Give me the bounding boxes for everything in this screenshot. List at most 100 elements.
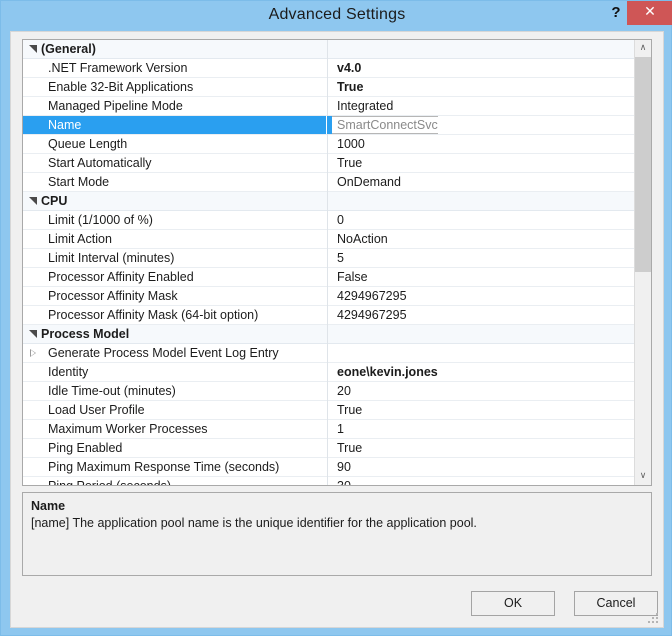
expander-open-icon[interactable]	[29, 45, 37, 53]
expander-open-icon[interactable]	[29, 330, 37, 338]
property-value[interactable]: 0	[329, 211, 344, 229]
property-name: Processor Affinity Enabled	[48, 270, 194, 284]
expander-toggle[interactable]	[29, 330, 38, 339]
property-row[interactable]: Start Mode OnDemand	[23, 173, 635, 192]
property-value[interactable]	[329, 40, 337, 58]
property-value[interactable]: Integrated	[329, 97, 393, 115]
property-value[interactable]: 4294967295	[329, 287, 407, 305]
property-value[interactable]: SmartConnectSvc	[329, 116, 438, 134]
property-name: Identity	[48, 365, 89, 379]
property-name: Idle Time-out (minutes)	[48, 384, 176, 398]
property-name: Start Automatically	[48, 156, 152, 170]
property-value[interactable]: True	[329, 154, 362, 172]
property-value[interactable]: 5	[329, 249, 344, 267]
property-name: Processor Affinity Mask (64-bit option)	[48, 308, 259, 322]
property-grid-scrollbar[interactable]: ∧ ∨	[634, 40, 651, 485]
property-value[interactable]: v4.0	[329, 59, 361, 77]
property-name: .NET Framework Version	[48, 61, 188, 75]
help-icon[interactable]: ?	[605, 1, 627, 25]
property-row[interactable]: Ping Maximum Response Time (seconds) 90	[23, 458, 635, 477]
close-button[interactable]: ✕	[627, 1, 672, 25]
property-name: Limit (1/1000 of %)	[48, 213, 153, 227]
description-title: Name	[31, 499, 66, 513]
property-name: Name	[23, 116, 326, 134]
property-row[interactable]: Identity eone\kevin.jones	[23, 363, 635, 382]
property-value[interactable]: False	[329, 268, 368, 286]
property-grid-rows: (General) .NET Framework Version v4.0 Enabl…	[23, 40, 635, 485]
property-row[interactable]: Queue Length 1000	[23, 135, 635, 154]
scrollbar-thumb[interactable]	[635, 57, 651, 272]
property-name: CPU	[41, 194, 68, 208]
property-name: Ping Period (seconds)	[23, 477, 326, 485]
property-value[interactable]: 30	[329, 477, 351, 485]
property-row[interactable]: .NET Framework Version v4.0	[23, 59, 635, 78]
property-row[interactable]: Processor Affinity Mask (64-bit option) 4…	[23, 306, 635, 325]
expander-closed-icon[interactable]	[30, 348, 36, 357]
property-name: Managed Pipeline Mode	[48, 99, 183, 113]
ok-button[interactable]: OK	[471, 591, 555, 616]
property-value[interactable]: 20	[329, 382, 351, 400]
property-value[interactable]: 1000	[329, 135, 365, 153]
property-value[interactable]	[329, 344, 337, 362]
scroll-up-icon[interactable]: ∧	[635, 40, 651, 57]
property-name: Generate Process Model Event Log Entry	[48, 346, 279, 360]
property-name: Ping Enabled	[48, 441, 123, 455]
cancel-button[interactable]: Cancel	[574, 591, 658, 616]
column-splitter[interactable]	[327, 40, 328, 485]
property-name: Limit Action	[48, 232, 112, 246]
property-value[interactable]: OnDemand	[329, 173, 401, 191]
property-row[interactable]: Start Automatically True	[23, 154, 635, 173]
property-name: Maximum Worker Processes	[48, 422, 208, 436]
window-title: Advanced Settings	[268, 6, 406, 23]
property-name: Ping Maximum Response Time (seconds)	[48, 460, 280, 474]
property-value[interactable]: True	[329, 78, 363, 96]
property-value[interactable]: True	[329, 439, 362, 457]
property-value[interactable]: 90	[329, 458, 351, 476]
property-name: Start Mode	[48, 175, 110, 189]
property-row[interactable]: Enable 32-Bit Applications True	[23, 78, 635, 97]
property-row[interactable]: Processor Affinity Enabled False	[23, 268, 635, 287]
property-value[interactable]: 1	[329, 420, 344, 438]
property-section-header[interactable]: CPU	[23, 192, 635, 211]
property-row[interactable]: Limit Action NoAction	[23, 230, 635, 249]
property-value[interactable]	[329, 192, 337, 210]
property-name: Processor Affinity Mask	[48, 289, 178, 303]
expander-open-icon[interactable]	[29, 197, 37, 205]
property-value[interactable]	[329, 325, 337, 343]
property-row[interactable]: Load User Profile True	[23, 401, 635, 420]
close-icon: ✕	[644, 4, 656, 20]
title-bar: Advanced Settings ? ✕	[1, 1, 672, 29]
expander-toggle[interactable]	[29, 45, 38, 54]
description-pane: Name [name] The application pool name is…	[22, 492, 652, 576]
property-section-header[interactable]: (General)	[23, 40, 635, 59]
property-value[interactable]: eone\kevin.jones	[329, 363, 438, 381]
property-row[interactable]: Generate Process Model Event Log Entry	[23, 344, 635, 363]
property-value[interactable]: 4294967295	[329, 306, 407, 324]
property-name: Queue Length	[48, 137, 128, 151]
property-value[interactable]: NoAction	[329, 230, 388, 248]
property-section-header[interactable]: Process Model	[23, 325, 635, 344]
property-row[interactable]: Limit Interval (minutes) 5	[23, 249, 635, 268]
property-name: Enable 32-Bit Applications	[48, 80, 194, 94]
scroll-down-icon[interactable]: ∨	[635, 468, 651, 485]
expander-toggle[interactable]	[29, 197, 38, 206]
property-value[interactable]: True	[329, 401, 362, 419]
property-row[interactable]: Ping Enabled True	[23, 439, 635, 458]
property-row[interactable]: Idle Time-out (minutes) 20	[23, 382, 635, 401]
advanced-settings-dialog: Advanced Settings ? ✕ (General) .NET Fram…	[0, 0, 672, 636]
resize-grip[interactable]	[648, 613, 660, 625]
expander-toggle[interactable]	[29, 348, 38, 358]
property-name: Limit Interval (minutes)	[48, 251, 175, 265]
property-name: Load User Profile	[48, 403, 145, 417]
dialog-body: (General) .NET Framework Version v4.0 Enabl…	[10, 31, 664, 628]
property-row[interactable]: Managed Pipeline Mode Integrated	[23, 97, 635, 116]
property-grid[interactable]: (General) .NET Framework Version v4.0 Enabl…	[22, 39, 652, 486]
property-row[interactable]: Limit (1/1000 of %) 0	[23, 211, 635, 230]
property-row[interactable]: Name SmartConnectSvc	[23, 116, 635, 135]
property-row[interactable]: Maximum Worker Processes 1	[23, 420, 635, 439]
description-text: [name] The application pool name is the …	[31, 516, 477, 530]
property-row[interactable]: Ping Period (seconds)30	[23, 477, 635, 485]
property-row[interactable]: Processor Affinity Mask 4294967295	[23, 287, 635, 306]
property-name: (General)	[41, 42, 96, 56]
row-edit-indicator	[327, 116, 332, 134]
